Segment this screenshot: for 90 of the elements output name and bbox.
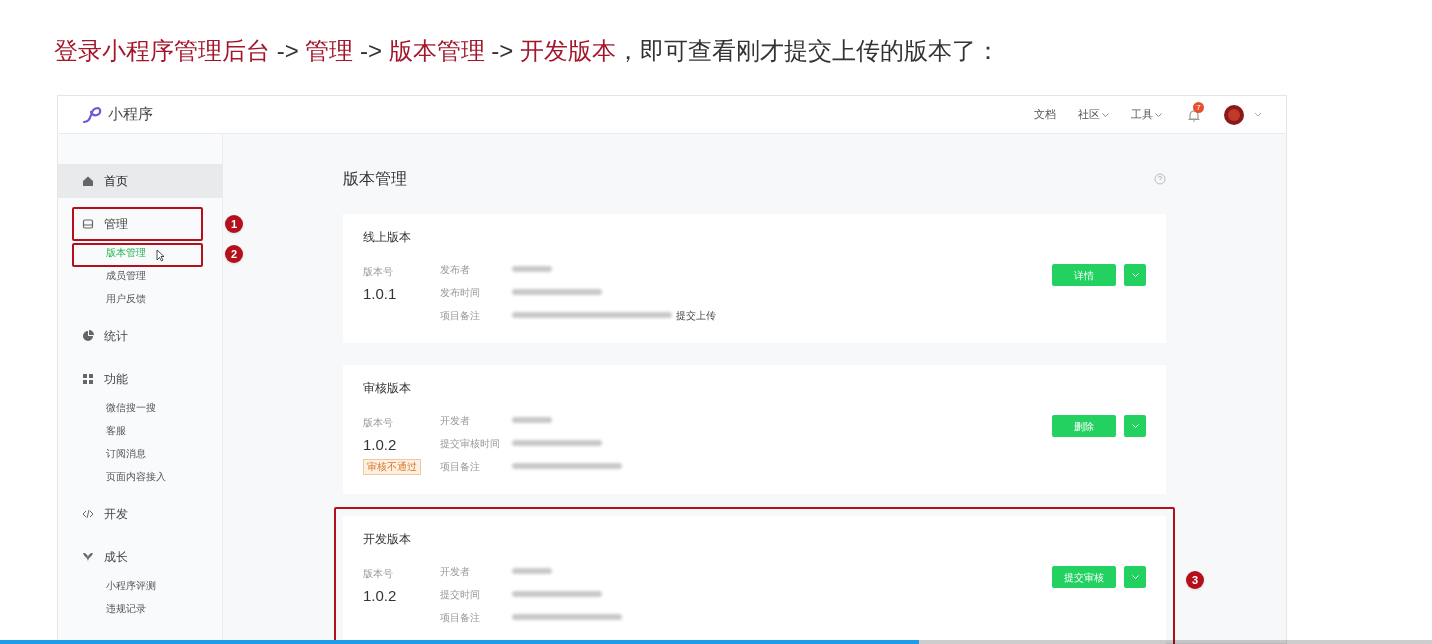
sidebar-label: 成长	[104, 549, 128, 566]
caption-text: ->	[359, 36, 384, 66]
version-number: 1.0.1	[363, 284, 397, 304]
sidebar-subitem[interactable]: 页面内容接入	[58, 465, 223, 488]
sidebar-label: 首页	[104, 173, 128, 190]
mouse-cursor-icon	[156, 249, 165, 262]
leaf-icon	[82, 551, 94, 563]
field-label: 提交时间	[440, 587, 481, 602]
field-label: 开发者	[440, 413, 471, 428]
sidebar-item[interactable]: 功能	[58, 362, 223, 396]
callout-number: 1	[225, 215, 243, 233]
tray-icon	[82, 218, 94, 230]
sidebar-item[interactable]: 开发	[58, 497, 223, 531]
sidebar-subitem[interactable]: 微信搜一搜	[58, 396, 223, 419]
chevron-down-icon	[1131, 575, 1139, 579]
version-number: 1.0.2	[363, 435, 397, 455]
sidebar-sublabel: 微信搜一搜	[106, 401, 156, 415]
field-value: 提交上传	[676, 308, 716, 323]
highlighted-caption-text: 登录小程序管理后台	[54, 36, 270, 66]
field-label: 项目备注	[440, 308, 481, 323]
caption-text: ->	[275, 36, 300, 66]
field-label: 项目备注	[440, 610, 481, 625]
field-label: 版本号	[363, 567, 393, 581]
card-title: 审核版本	[363, 380, 411, 397]
dropdown-button[interactable]	[1124, 415, 1146, 437]
sidebar-label: 统计	[104, 328, 128, 345]
home-icon	[82, 175, 94, 187]
sidebar-item[interactable]: 统计	[58, 319, 223, 353]
chevron-down-icon	[1131, 424, 1139, 428]
brand-name: 小程序	[108, 104, 153, 125]
code-icon	[82, 508, 94, 520]
sidebar-sublabel: 页面内容接入	[106, 470, 166, 484]
blurred-value	[512, 417, 552, 423]
dropdown-button[interactable]	[1124, 566, 1146, 588]
callout-number: 2	[225, 245, 243, 263]
page-title: 版本管理	[343, 169, 407, 189]
sidebar-subitem[interactable]: 成员管理	[58, 264, 223, 287]
dropdown-button[interactable]	[1124, 264, 1146, 286]
chevron-down-icon	[1102, 112, 1109, 117]
chevron-down-icon	[1131, 273, 1139, 277]
bell-icon[interactable]	[1188, 108, 1200, 122]
sidebar-subitem[interactable]: 违规记录	[58, 597, 223, 620]
sidebar-label: 开发	[104, 506, 128, 523]
status-tag: 审核不通过	[363, 458, 421, 475]
chevron-down-icon[interactable]	[1254, 112, 1262, 117]
chevron-down-icon	[1155, 112, 1162, 117]
field-label: 项目备注	[440, 459, 481, 474]
blurred-value	[512, 568, 552, 574]
highlighted-caption-text: 开发版本	[520, 36, 617, 66]
sidebar-subitem[interactable]: 订阅消息	[58, 442, 223, 465]
field-label: 发布者	[440, 262, 471, 277]
sidebar-subitem[interactable]: 小程序评测	[58, 574, 223, 597]
notification-badge: 7	[1193, 101, 1204, 113]
nav-link[interactable]: 文档	[1034, 106, 1056, 123]
sidebar-sublabel: 小程序评测	[106, 579, 156, 593]
sidebar-sublabel: 版本管理	[106, 246, 146, 260]
highlighted-caption-text: 版本管理	[388, 36, 485, 66]
nav-link[interactable]: 工具	[1131, 106, 1162, 123]
sidebar-label: 功能	[104, 371, 128, 388]
field-label: 发布时间	[440, 285, 481, 300]
card-title: 开发版本	[363, 531, 411, 548]
logo-icon	[82, 105, 102, 124]
field-label: 版本号	[363, 265, 393, 279]
sidebar-sublabel: 成员管理	[106, 269, 146, 283]
sidebar-subitem[interactable]: 客服	[58, 419, 223, 442]
card-title: 线上版本	[363, 229, 411, 246]
progress-track[interactable]	[0, 640, 1432, 644]
caption-text: ，即可查看刚才提交上传的版本了：	[616, 36, 1001, 66]
version-number: 1.0.2	[363, 586, 397, 606]
sidebar-item[interactable]: 成长	[58, 540, 223, 574]
highlighted-caption-text: 管理	[305, 36, 354, 66]
sidebar-sublabel: 订阅消息	[106, 447, 146, 461]
avatar[interactable]	[1224, 104, 1244, 125]
field-label: 提交审核时间	[440, 436, 501, 451]
sidebar-sublabel: 用户反馈	[106, 292, 146, 306]
grid-icon	[82, 373, 94, 385]
sidebar-label: 管理	[104, 216, 128, 233]
sidebar-item[interactable]: 首页	[58, 164, 223, 198]
callout-number: 3	[1186, 571, 1204, 589]
blurred-value	[512, 266, 552, 272]
field-label: 版本号	[363, 416, 393, 430]
nav-link[interactable]: 社区	[1078, 106, 1109, 123]
sidebar-sublabel: 客服	[106, 424, 126, 438]
help-icon[interactable]	[1154, 173, 1166, 185]
field-label: 开发者	[440, 564, 471, 579]
sidebar-sublabel: 违规记录	[106, 602, 146, 616]
pie-chart-icon	[82, 330, 94, 342]
sidebar-subitem[interactable]: 用户反馈	[58, 287, 223, 310]
sidebar-item[interactable]: 管理	[72, 207, 203, 241]
caption-text: ->	[490, 36, 515, 66]
